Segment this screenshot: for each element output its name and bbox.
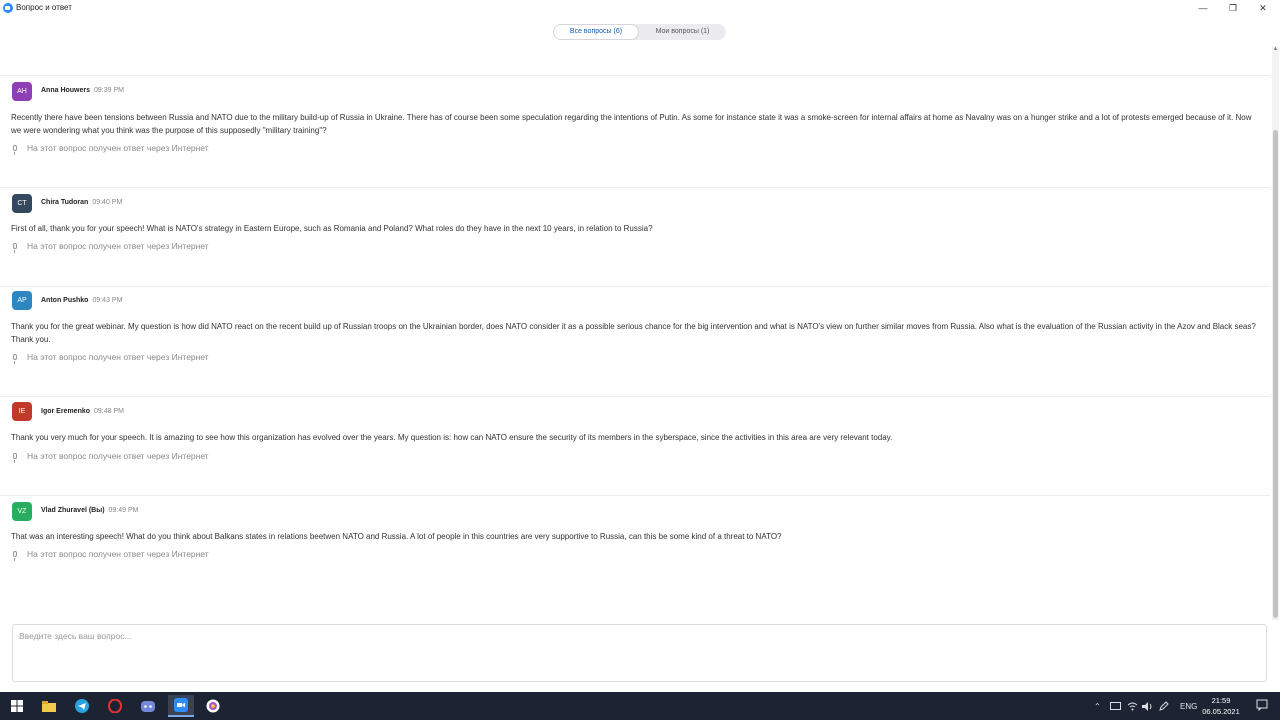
- taskbar: ⌃ ENG 21:59 06.05.2021: [0, 692, 1280, 720]
- answer-status: На этот вопрос получен ответ через Интер…: [13, 143, 209, 155]
- tray-chevron-icon[interactable]: ⌃: [1094, 692, 1101, 720]
- tab-my-questions[interactable]: Мои вопросы (1): [639, 24, 726, 40]
- question-item: AH Anna Houwers 09:39 PM Recently there h…: [0, 76, 1270, 188]
- wifi-icon[interactable]: [1127, 692, 1138, 720]
- maximize-button[interactable]: ❐: [1218, 0, 1248, 16]
- scroll-up-arrow-icon[interactable]: ▲: [1272, 46, 1279, 54]
- answer-status: На этот вопрос получен ответ через Интер…: [13, 451, 209, 463]
- clock-time: 21:59: [1211, 696, 1231, 705]
- question-text: First of all, thank you for your speech!…: [11, 224, 653, 233]
- answer-status-text: На этот вопрос получен ответ через Интер…: [27, 352, 209, 362]
- answer-status: На этот вопрос получен ответ через Интер…: [13, 549, 209, 561]
- author-name: Anton Pushko: [41, 297, 89, 304]
- question-author: Anna Houwers 09:39 PM: [41, 87, 124, 94]
- microphone-icon: [13, 551, 17, 561]
- question-item: IE Igor Eremenko 09:48 PM Thank you very …: [0, 397, 1270, 496]
- question-text: That was an interesting speech! What do …: [11, 532, 782, 541]
- file-explorer-icon[interactable]: [36, 695, 62, 717]
- avatar: AH: [12, 82, 32, 101]
- question-text: Thank you very much for your speech. It …: [11, 433, 893, 442]
- microphone-icon: [13, 145, 17, 155]
- answer-status-text: На этот вопрос получен ответ через Интер…: [27, 143, 209, 153]
- tray-device-icon[interactable]: [1110, 692, 1121, 720]
- answer-status-text: На этот вопрос получен ответ через Интер…: [27, 451, 209, 461]
- title-bar: Вопрос и ответ — ❐ ✕: [0, 0, 1280, 16]
- zoom-icon[interactable]: [168, 695, 194, 717]
- avatar: IE: [12, 402, 32, 421]
- question-time: 09:39 PM: [94, 87, 124, 94]
- notification-icon[interactable]: [1256, 698, 1270, 712]
- window-title: Вопрос и ответ: [16, 3, 72, 12]
- scrollbar-thumb[interactable]: [1273, 130, 1278, 618]
- question-text: Recently there have been tensions betwee…: [11, 113, 1252, 135]
- microphone-icon: [13, 453, 17, 463]
- question-item: CT Chira Tudoran 09:40 PM First of all, t…: [0, 188, 1270, 287]
- question-time: 09:49 PM: [108, 507, 139, 514]
- question-text: Thank you for the great webinar. My ques…: [11, 322, 1256, 344]
- discord-icon[interactable]: [135, 695, 161, 717]
- avatar: CT: [12, 194, 32, 213]
- question-author: Vlad Zhuravel (Вы) 09:49 PM: [41, 507, 139, 514]
- avatar: AP: [12, 291, 32, 310]
- avatar: VZ: [12, 502, 32, 521]
- volume-icon[interactable]: [1142, 692, 1153, 720]
- question-time: 09:40 PM: [92, 199, 123, 206]
- author-name: Chira Tudoran: [41, 199, 89, 206]
- question-input[interactable]: [12, 624, 1267, 682]
- question-time: 09:48 PM: [94, 408, 124, 415]
- clock-date: 06.05.2021: [1202, 707, 1240, 716]
- question-time: 09:43 PM: [92, 297, 123, 304]
- close-button[interactable]: ✕: [1248, 0, 1278, 16]
- answer-status-text: На этот вопрос получен ответ через Интер…: [27, 549, 209, 559]
- author-name: Anna Houwers: [41, 87, 91, 94]
- question-item: AP Anton Pushko 09:43 PM Thank you for th…: [0, 287, 1270, 397]
- microphone-icon: [13, 354, 17, 364]
- author-name: Vlad Zhuravel (Вы): [41, 507, 105, 514]
- minimize-button[interactable]: —: [1188, 0, 1218, 16]
- question-author: Chira Tudoran 09:40 PM: [41, 199, 122, 206]
- telegram-icon[interactable]: [69, 695, 95, 717]
- answer-status: На этот вопрос получен ответ через Интер…: [13, 241, 209, 253]
- tab-all-questions[interactable]: Все вопросы (6): [553, 24, 639, 40]
- pen-icon[interactable]: [1159, 692, 1169, 720]
- answer-status: На этот вопрос получен ответ через Интер…: [13, 352, 209, 364]
- question-item: VZ Vlad Zhuravel (Вы) 09:49 PM That was a…: [0, 496, 1270, 616]
- start-icon[interactable]: [4, 695, 30, 717]
- question-list: AH Anna Houwers 09:39 PM Recently there h…: [0, 76, 1270, 616]
- answer-status-text: На этот вопрос получен ответ через Интер…: [27, 241, 209, 251]
- opera-icon[interactable]: [102, 695, 128, 717]
- clock[interactable]: 21:59 06.05.2021: [1198, 695, 1244, 717]
- question-author: Igor Eremenko 09:48 PM: [41, 408, 124, 415]
- question-author: Anton Pushko 09:43 PM: [41, 297, 122, 304]
- unknown-app-icon[interactable]: [200, 695, 226, 717]
- question-tabs: Все вопросы (6) Мои вопросы (1): [553, 24, 726, 40]
- author-name: Igor Eremenko: [41, 408, 91, 415]
- microphone-icon: [13, 243, 17, 253]
- zoom-logo-icon: [3, 3, 13, 13]
- language-indicator[interactable]: ENG: [1180, 692, 1197, 720]
